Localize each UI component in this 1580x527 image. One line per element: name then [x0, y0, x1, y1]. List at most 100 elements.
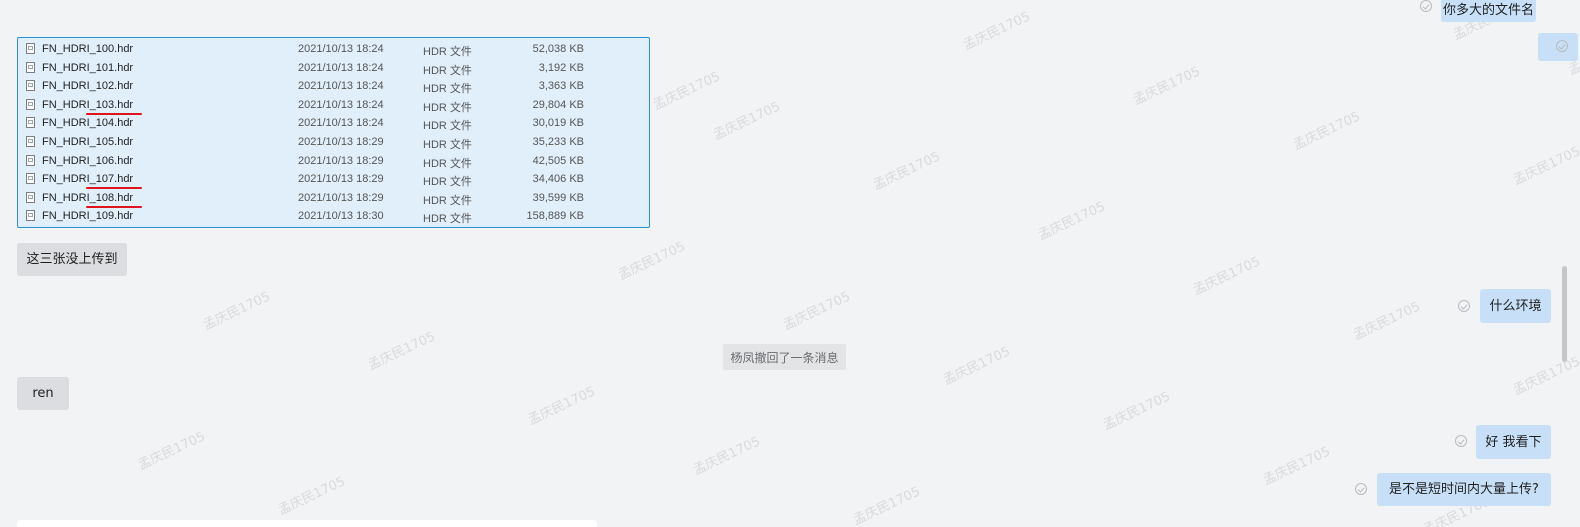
message-bubble-self[interactable]: 什么环境 [1480, 289, 1551, 323]
message-text: 好 我看下 [1485, 434, 1542, 450]
watermark-text: 孟庆民1705 [1261, 444, 1333, 489]
file-date: 2021/10/13 18:30 [298, 210, 384, 223]
hdr-file-icon [26, 117, 35, 129]
file-row: FN_HDRI_105.hdr 2021/10/13 18:29 HDR 文件 35,… [18, 133, 649, 152]
file-type: HDR 文件 [423, 46, 472, 58]
hdr-file-icon [26, 136, 35, 147]
message-text: 你多大的文件名 [1442, 2, 1534, 18]
watermark-text: 孟庆民1705 [941, 344, 1013, 389]
read-receipt-icon [1355, 483, 1367, 495]
file-size: 158,889 KB [526, 210, 585, 223]
watermark-text: 孟庆民1705 [1511, 354, 1580, 399]
file-type: HDR 文件 [423, 120, 472, 133]
file-name: FN_HDRI_105.hdr [42, 136, 134, 148]
read-receipt-icon [1455, 435, 1467, 447]
watermark-text: 孟庆民1705 [711, 99, 783, 144]
message-bubble-self[interactable]: 你多大的文件名 [1441, 0, 1536, 22]
file-type: HDR 文件 [423, 139, 472, 151]
file-name: FN_HDRI_102.hdr [42, 80, 134, 93]
hdr-file-icon [26, 210, 35, 222]
file-type: HDR 文件 [423, 194, 472, 207]
message-bubble-self[interactable]: 好 我看下 [1476, 425, 1551, 459]
watermark-text: 孟庆民1705 [136, 429, 208, 474]
file-name: FN_HDRI_103.hdr [42, 98, 134, 111]
file-row: FN_HDRI_106.hdr 2021/10/13 18:29 HDR 文件 42,… [18, 152, 649, 171]
file-row: FN_HDRI_109.hdr 2021/10/13 18:30 HDR 文件 158… [18, 207, 649, 226]
file-date: 2021/10/13 18:29 [298, 173, 384, 186]
file-date: 2021/10/13 18:29 [298, 154, 384, 167]
file-name: FN_HDRI_106.hdr [42, 154, 134, 167]
read-receipt-icon [1420, 0, 1432, 12]
system-recall-notice: 杨凤撤回了一条消息 [723, 344, 846, 370]
file-row: FN_HDRI_101.hdr 2021/10/13 18:24 HDR 文件 3,1… [18, 59, 649, 78]
watermark-text: 孟庆民1705 [1351, 299, 1423, 344]
file-date: 2021/10/13 18:24 [298, 61, 384, 74]
hdr-file-icon [26, 80, 35, 92]
next-message-partial[interactable] [17, 520, 597, 527]
file-type: HDR 文件 [423, 101, 472, 114]
message-text: ren [32, 386, 54, 401]
file-name: FN_HDRI_109.hdr [42, 210, 134, 223]
watermark-text: 孟庆民1705 [616, 239, 688, 284]
file-row: FN_HDRI_107.hdr 2021/10/13 18:29 HDR 文件 34,… [18, 170, 649, 190]
scrollbar-thumb[interactable] [1562, 266, 1567, 362]
message-text: 什么环境 [1489, 298, 1542, 314]
watermark-text: 孟庆民1705 [781, 289, 853, 334]
hdr-file-icon [26, 173, 35, 185]
message-bubble-self[interactable]: 是不是短时间内大量上传? [1377, 473, 1551, 506]
hdr-file-icon [26, 61, 35, 73]
watermark-text: 孟庆民1705 [691, 434, 763, 479]
watermark-text: 孟庆民1705 [1101, 389, 1173, 434]
file-type: HDR 文件 [423, 83, 472, 96]
hdr-file-icon [26, 154, 35, 166]
hdr-file-icon [26, 98, 35, 110]
watermark-text: 孟庆民1705 [526, 384, 598, 429]
watermark-text: 孟庆民1705 [851, 484, 923, 527]
message-text: 是不是短时间内大量上传? [1389, 482, 1539, 497]
file-name: FN_HDRI_104.hdr [42, 117, 134, 130]
file-date: 2021/10/13 18:24 [298, 117, 384, 130]
file-size: 30,019 KB [532, 117, 584, 130]
read-receipt-icon [1556, 40, 1568, 52]
watermark-text: 孟庆民1705 [201, 289, 273, 334]
file-size: 42,505 KB [532, 154, 584, 167]
message-bubble-other[interactable]: 这三张没上传到 [17, 243, 127, 276]
file-name: FN_HDRI_100.hdr [42, 43, 134, 55]
file-name: FN_HDRI_107.hdr [42, 173, 134, 186]
file-date: 2021/10/13 18:24 [298, 98, 384, 111]
read-receipt-icon [1458, 300, 1470, 312]
hdr-file-icon [26, 191, 35, 203]
file-size: 52,038 KB [532, 43, 584, 55]
watermark-text: 孟庆民1705 [1191, 254, 1263, 299]
file-size: 34,406 KB [532, 173, 584, 186]
file-name: FN_HDRI_101.hdr [42, 61, 134, 74]
watermark-text: 孟庆民1705 [276, 474, 348, 519]
file-list-screenshot[interactable]: FN_HDRI_100.hdr 2021/10/13 18:24 HDR 文件 52,… [17, 37, 650, 228]
file-size: 39,599 KB [532, 191, 584, 204]
watermark-text: 孟庆民1705 [1131, 64, 1203, 109]
chat-message-area: 孟庆民1705 孟庆民1705 孟庆民1705 孟庆民1705 孟庆民1705 孟庆民17… [0, 0, 1580, 527]
file-size: 35,233 KB [532, 136, 584, 148]
file-row: FN_HDRI_108.hdr 2021/10/13 18:29 HDR 文件 39,… [18, 189, 649, 208]
file-type: HDR 文件 [423, 213, 472, 226]
watermark-text: 孟庆民1705 [961, 9, 1033, 54]
file-size: 3,363 KB [538, 80, 584, 93]
file-row: FN_HDRI_104.hdr 2021/10/13 18:24 HDR 文件 30,… [18, 114, 649, 133]
file-type: HDR 文件 [423, 176, 472, 189]
message-text: 这三张没上传到 [26, 252, 118, 267]
watermark-text: 孟庆民1705 [651, 69, 723, 114]
file-row: FN_HDRI_103.hdr 2021/10/13 18:24 HDR 文件 29,… [18, 96, 649, 115]
file-size: 29,804 KB [532, 98, 584, 111]
watermark-text: 孟庆民1705 [366, 329, 438, 374]
file-row: FN_HDRI_102.hdr 2021/10/13 18:24 HDR 文件 3,3… [18, 77, 649, 96]
watermark-text: 孟庆民1705 [1291, 109, 1363, 154]
hdr-file-icon [26, 43, 35, 54]
watermark-text: 孟庆民1705 [1511, 144, 1580, 189]
file-type: HDR 文件 [423, 64, 472, 77]
file-date: 2021/10/13 18:29 [298, 191, 384, 204]
watermark-text: 孟庆民1705 [871, 149, 943, 194]
watermark-text: 孟庆民1705 [1036, 199, 1108, 244]
system-notice-text: 杨凤撤回了一条消息 [730, 350, 839, 365]
message-bubble-other[interactable]: ren [17, 377, 69, 410]
file-size: 3,192 KB [538, 61, 584, 74]
